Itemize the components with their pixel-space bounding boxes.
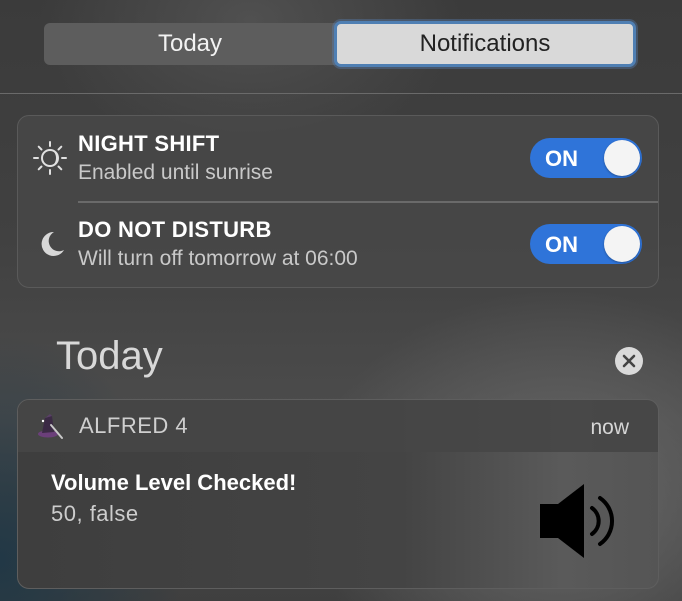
do-not-disturb-subtitle: Will turn off tomorrow at 06:00 <box>78 247 358 270</box>
do-not-disturb-toggle[interactable]: ON <box>530 224 642 264</box>
alfred-hat-icon <box>38 414 63 439</box>
app-name: ALFRED 4 <box>79 413 189 438</box>
section-heading: Today <box>56 334 163 378</box>
clear-notifications-button[interactable] <box>615 347 643 375</box>
night-shift-subtitle: Enabled until sunrise <box>78 161 273 184</box>
night-shift-row: NIGHT SHIFT Enabled until sunrise ON <box>18 116 658 200</box>
toggle-knob <box>604 140 640 176</box>
night-shift-toggle[interactable]: ON <box>530 138 642 178</box>
quick-settings-widget: NIGHT SHIFT Enabled until sunrise ON DO … <box>17 115 659 288</box>
toggle-label: ON <box>545 146 578 171</box>
tab-notifications[interactable]: Notifications <box>334 21 636 67</box>
divider <box>0 93 682 94</box>
notification-header: ALFRED 4 now <box>18 400 658 452</box>
do-not-disturb-title: DO NOT DISTURB <box>78 217 272 242</box>
toggle-knob <box>604 226 640 262</box>
toggle-label: ON <box>545 232 578 257</box>
notification-time: now <box>590 416 629 439</box>
notification-card[interactable]: ALFRED 4 now Volume Level Checked! 50, f… <box>17 399 659 589</box>
notification-body: 50, false <box>51 501 139 526</box>
night-shift-title: NIGHT SHIFT <box>78 131 220 156</box>
notification-title: Volume Level Checked! <box>51 470 297 495</box>
do-not-disturb-row: DO NOT DISTURB Will turn off tomorrow at… <box>18 202 658 286</box>
speaker-volume-icon <box>540 484 614 558</box>
moon-icon <box>41 231 64 256</box>
close-icon <box>622 354 636 368</box>
tab-today[interactable]: Today <box>44 23 336 65</box>
notification-center-tabs: Today Notifications <box>44 21 636 67</box>
night-shift-icon <box>33 141 67 175</box>
